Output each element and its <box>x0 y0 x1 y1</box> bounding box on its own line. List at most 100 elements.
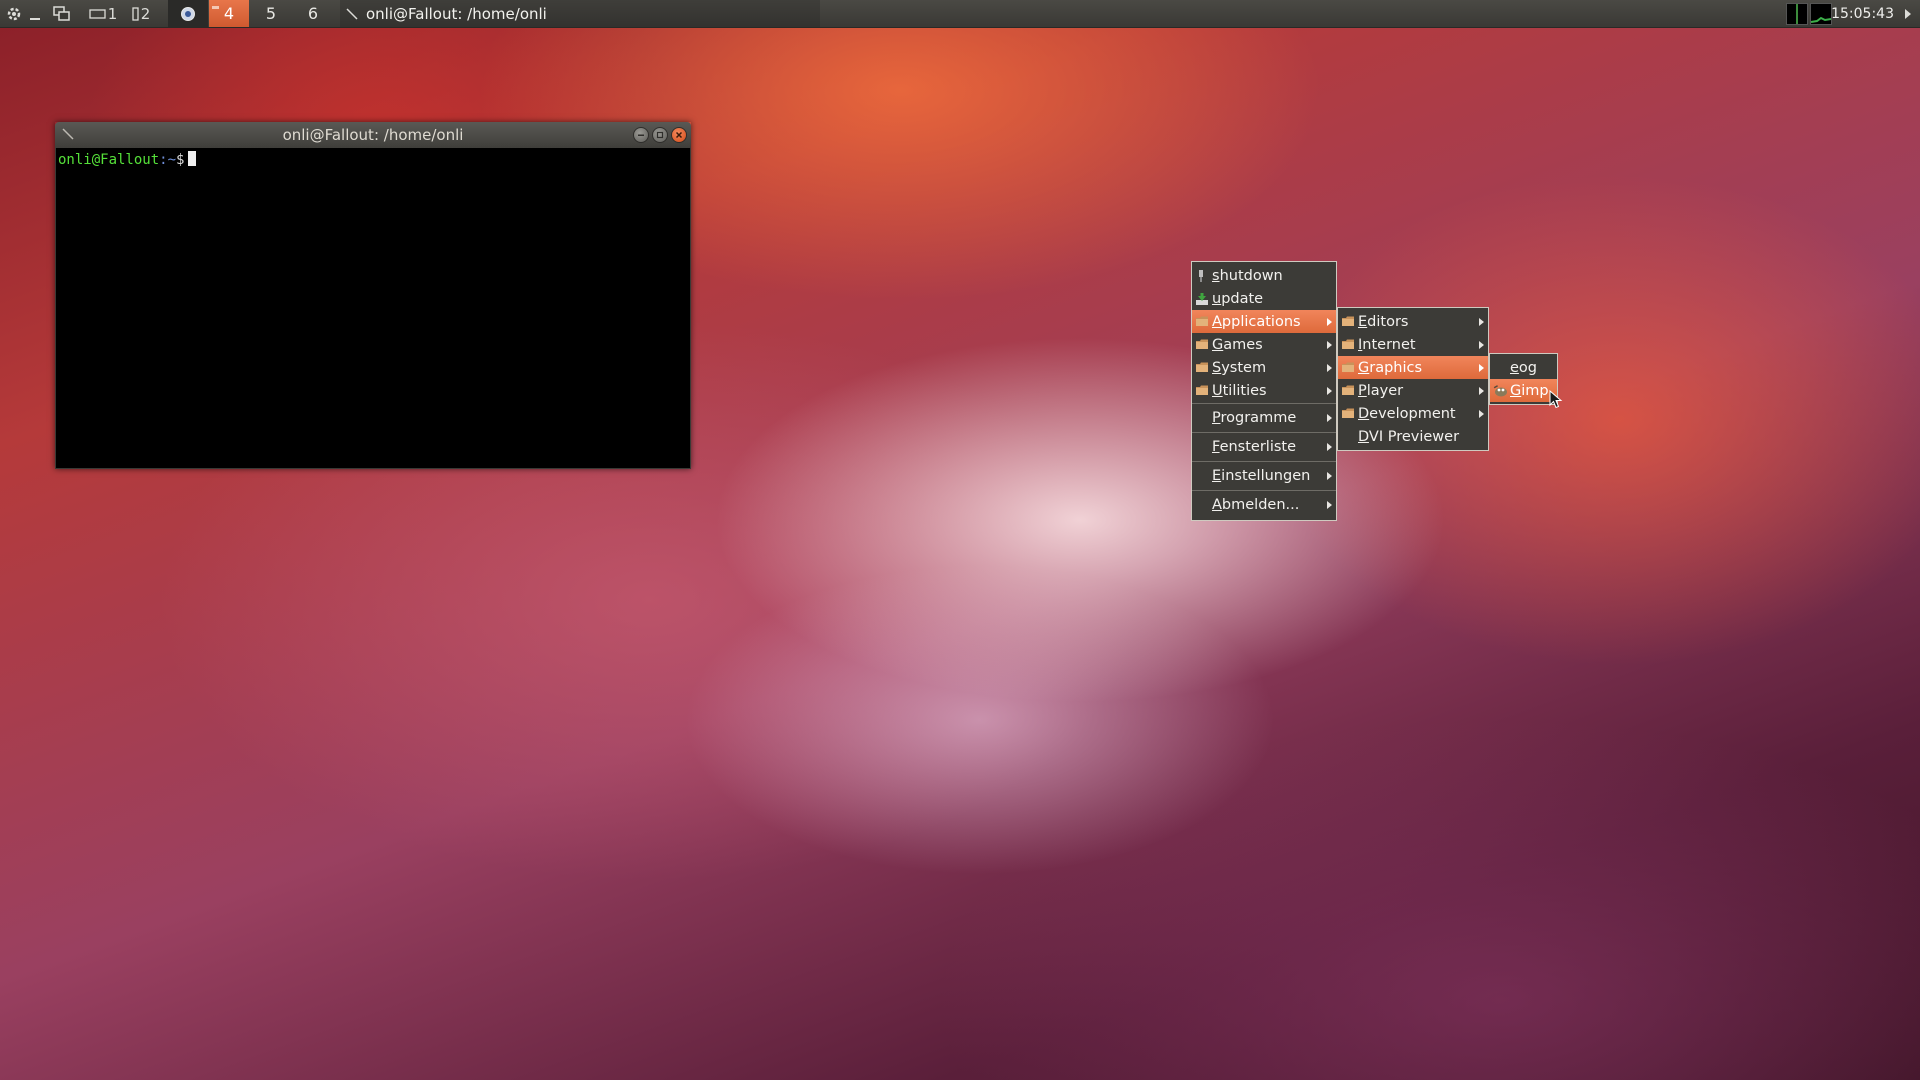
workspace-4[interactable]: 4 <box>209 0 249 27</box>
menu-item-label: Editors <box>1358 313 1409 330</box>
minimize-button[interactable] <box>633 127 649 143</box>
close-icon <box>675 131 683 139</box>
top-panel: 1 2 4 5 6 onli@Fallout: /home/onli 15:05… <box>0 0 1920 28</box>
menu-item-label: eog <box>1510 359 1537 376</box>
graphics-submenu: eog Gimp <box>1489 353 1558 405</box>
root-menu: shutdown update Applications Games Syste… <box>1191 261 1337 521</box>
workspace-icon-button[interactable] <box>168 0 208 27</box>
menu-separator <box>1192 461 1336 462</box>
minimize-icon <box>638 134 644 136</box>
pager-desktop-1[interactable]: 1 <box>82 0 124 27</box>
submenu-arrow-icon <box>1479 317 1484 326</box>
menu-item-label: Utilities <box>1212 382 1267 399</box>
pager-label-1: 1 <box>107 4 118 23</box>
menu-item-gimp[interactable]: Gimp <box>1490 379 1557 402</box>
power-plug-icon <box>1199 270 1203 282</box>
browser-icon <box>181 6 195 21</box>
menu-item-utilities[interactable]: Utilities <box>1192 379 1336 402</box>
applications-submenu: Editors Internet Graphics Player Develop… <box>1337 307 1489 451</box>
workspace-4-label: 4 <box>223 4 235 23</box>
terminal-titlebar[interactable]: onli@Fallout: /home/onli <box>55 122 691 148</box>
menu-item-einstellungen[interactable]: Einstellungen <box>1192 463 1336 489</box>
folder-icon <box>1196 385 1208 395</box>
menu-item-editors[interactable]: Editors <box>1338 310 1488 333</box>
clock[interactable]: 15:05:43 <box>1831 0 1894 27</box>
prompt-path: :~ <box>159 152 177 168</box>
menu-item-programme[interactable]: Programme <box>1192 405 1336 431</box>
pager-label-2: 2 <box>140 4 151 23</box>
menu-item-label: Gimp <box>1510 382 1549 399</box>
workspace-6-label: 6 <box>307 4 319 23</box>
text-cursor <box>188 151 197 166</box>
menu-item-games[interactable]: Games <box>1192 333 1336 356</box>
menu-item-label: Graphics <box>1358 359 1423 376</box>
menu-item-eog[interactable]: eog <box>1490 356 1557 379</box>
submenu-arrow-icon <box>1479 363 1484 372</box>
panel-arrow-right-icon[interactable] <box>1898 0 1918 27</box>
menu-item-label: Einstellungen <box>1212 468 1311 484</box>
terminal-icon <box>62 128 74 140</box>
prompt-symbol: $ <box>176 152 185 168</box>
menu-item-applications[interactable]: Applications <box>1192 310 1336 333</box>
menu-item-label: Player <box>1358 382 1404 399</box>
menu-item-label: Development <box>1358 405 1456 422</box>
folder-icon <box>1342 408 1354 418</box>
folder-icon <box>1342 362 1354 372</box>
menu-item-label: Games <box>1212 336 1263 353</box>
taskbar-terminal-window[interactable]: onli@Fallout: /home/onli <box>340 0 820 27</box>
download-icon <box>1196 293 1208 305</box>
menu-item-fensterliste[interactable]: Fensterliste <box>1192 434 1336 460</box>
workspace-5[interactable]: 5 <box>251 0 291 27</box>
menu-item-update[interactable]: update <box>1192 287 1336 310</box>
menu-item-label: update <box>1212 290 1264 307</box>
submenu-arrow-icon <box>1327 501 1332 509</box>
submenu-arrow-icon <box>1327 363 1332 372</box>
menu-item-internet[interactable]: Internet <box>1338 333 1488 356</box>
folder-icon <box>1196 339 1208 349</box>
maximize-icon <box>656 131 664 139</box>
main-menu-gear-icon[interactable] <box>2 0 26 27</box>
menu-item-development[interactable]: Development <box>1338 402 1488 425</box>
close-button[interactable] <box>671 127 687 143</box>
submenu-arrow-icon <box>1479 340 1484 349</box>
prompt-user: onli@Fallout <box>58 152 160 168</box>
pager-desktop-2[interactable]: 2 <box>126 0 156 27</box>
terminal-output[interactable]: onli@Fallout:~$ <box>55 148 691 469</box>
menu-item-dvi-previewer[interactable]: DVI Previewer <box>1338 425 1488 448</box>
taskbar-item-label: onli@Fallout: /home/onli <box>366 4 547 23</box>
menu-item-label: Applications <box>1212 313 1301 330</box>
workspace-window-indicator <box>212 6 219 9</box>
terminal-window[interactable]: onli@Fallout: /home/onli onli@Fallout:~$ <box>55 122 691 469</box>
workspace-6[interactable]: 6 <box>293 0 333 27</box>
menu-item-player[interactable]: Player <box>1338 379 1488 402</box>
menu-separator <box>1192 403 1336 404</box>
menu-item-label: System <box>1212 359 1267 376</box>
menu-item-label: Programme <box>1212 410 1297 426</box>
menu-item-label: DVI Previewer <box>1358 428 1460 445</box>
submenu-arrow-icon <box>1327 386 1332 395</box>
submenu-arrow-icon <box>1479 386 1484 395</box>
minimize-all-icon[interactable] <box>26 0 44 27</box>
submenu-arrow-icon <box>1479 409 1484 418</box>
folder-icon <box>1342 339 1354 349</box>
menu-item-shutdown[interactable]: shutdown <box>1192 264 1336 287</box>
gimp-icon <box>1493 385 1507 397</box>
menu-item-label: Abmelden... <box>1212 497 1300 513</box>
maximize-button[interactable] <box>652 127 668 143</box>
menu-separator <box>1192 432 1336 433</box>
submenu-arrow-icon <box>1327 443 1332 451</box>
submenu-arrow-icon <box>1327 340 1332 349</box>
menu-item-system[interactable]: System <box>1192 356 1336 379</box>
folder-icon <box>1196 316 1208 326</box>
window-list-icon[interactable] <box>50 0 74 27</box>
folder-icon <box>1342 385 1354 395</box>
menu-item-label: shutdown <box>1212 267 1283 284</box>
terminal-icon <box>346 7 358 20</box>
menu-separator <box>1192 490 1336 491</box>
mouse-pointer-icon <box>1549 390 1563 409</box>
submenu-arrow-icon <box>1327 317 1332 326</box>
menu-item-abmelden[interactable]: Abmelden... <box>1192 492 1336 518</box>
terminal-title: onli@Fallout: /home/onli <box>282 126 464 144</box>
memory-graph-icon <box>1810 3 1832 25</box>
menu-item-graphics[interactable]: Graphics <box>1338 356 1488 379</box>
